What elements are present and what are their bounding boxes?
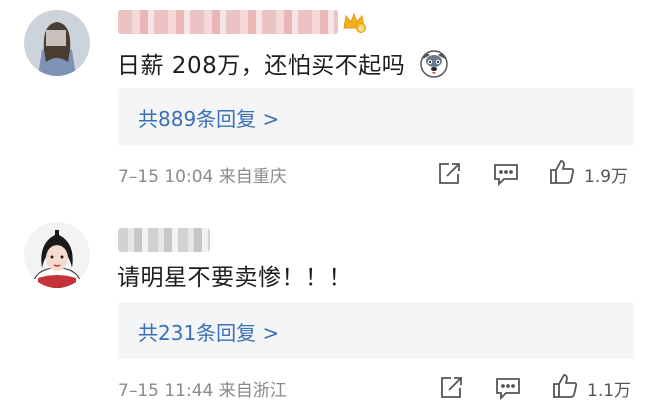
crown-icon: 6 [342, 10, 366, 34]
username-blurred[interactable] [118, 10, 338, 34]
dog-emoji-icon [419, 49, 449, 85]
replies-label: 共231条回复 > [138, 321, 280, 345]
avatar[interactable] [24, 222, 90, 288]
share-icon[interactable] [435, 160, 463, 188]
username-blurred[interactable] [118, 228, 210, 252]
comment-meta: 7–15 10:04 来自重庆 [118, 167, 287, 187]
like-icon[interactable] [548, 158, 576, 186]
like-icon[interactable] [551, 372, 579, 400]
comment-meta: 7–15 11:44 来自浙江 [118, 381, 287, 401]
comment-text: 请明星不要卖惨！！！ [117, 265, 352, 291]
like-count: 1.9万 [584, 167, 629, 187]
like-count: 1.1万 [587, 381, 632, 401]
comment-icon[interactable] [494, 374, 522, 402]
comment-text: 日薪 208万，还怕买不起吗 [117, 46, 449, 85]
view-replies-button[interactable]: 共889条回复 > [118, 88, 634, 145]
svg-text:6: 6 [359, 25, 364, 33]
avatar[interactable] [24, 10, 90, 76]
comment-text-content: 日薪 208万，还怕买不起吗 [117, 53, 406, 79]
replies-label: 共889条回复 > [138, 107, 280, 131]
view-replies-button[interactable]: 共231条回复 > [118, 302, 634, 359]
share-icon[interactable] [437, 374, 465, 402]
comment-icon[interactable] [492, 160, 520, 188]
